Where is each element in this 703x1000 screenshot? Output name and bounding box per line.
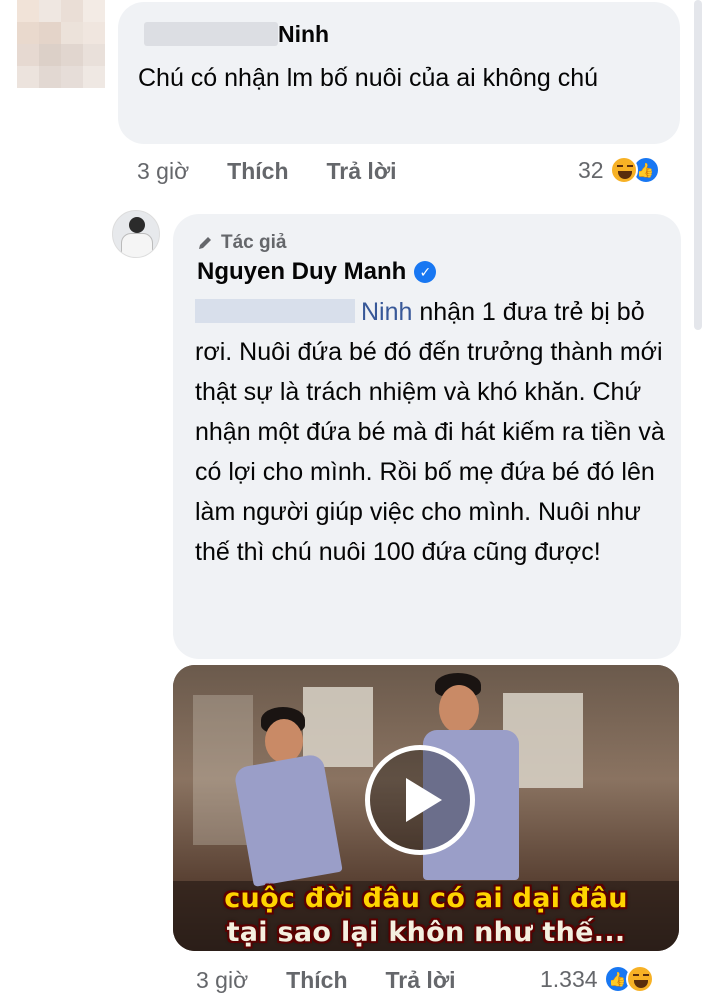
reply-author-name[interactable]: Nguyen Duy Manh — [197, 258, 406, 286]
play-button[interactable] — [365, 745, 475, 855]
reaction-count: 1.334 — [540, 965, 598, 992]
video-attachment[interactable]: cuộc đời đâu có ai dại đâu tại sao lại k… — [173, 665, 679, 951]
reply-body: nhận 1 đưa trẻ bị bỏ rơi. Nuôi đứa bé đó… — [195, 298, 665, 566]
commenter-avatar-blurred[interactable] — [17, 0, 105, 88]
comment-author[interactable]: Ninh — [278, 21, 329, 48]
haha-icon — [609, 156, 638, 184]
play-icon — [406, 778, 442, 822]
comment-text: Chú có nhận lm bố nuôi của ai không chú — [138, 64, 599, 92]
reply-author[interactable]: Nguyen Duy Manh ✓ — [197, 258, 437, 286]
verified-badge-icon: ✓ — [414, 261, 437, 283]
author-avatar[interactable] — [112, 210, 160, 258]
video-subtitle-line1: cuộc đời đâu có ai dại đâu — [224, 883, 628, 914]
scrollbar[interactable] — [694, 0, 702, 330]
reaction-summary[interactable]: 32 👍 — [578, 156, 660, 184]
reply-button[interactable]: Trả lời — [386, 967, 456, 994]
like-button[interactable]: Thích — [227, 158, 288, 185]
reply-actions: 3 giờ Thích Trả lời — [196, 967, 456, 994]
video-subtitle-line2: tại sao lại khôn như thế... — [226, 917, 626, 948]
redacted-name — [144, 22, 278, 46]
haha-icon — [625, 965, 654, 993]
comment-actions: 3 giờ Thích Trả lời — [137, 158, 397, 185]
reaction-summary[interactable]: 1.334 👍 — [540, 965, 654, 993]
reaction-count: 32 — [578, 156, 604, 183]
reply-button[interactable]: Trả lời — [327, 158, 397, 185]
comment-bubble: Ninh Chú có nhận lm bố nuôi của ai không… — [118, 2, 680, 144]
pencil-icon — [199, 237, 211, 249]
comment-timestamp[interactable]: 3 giờ — [137, 158, 189, 185]
reply-bubble: Tác giả Nguyen Duy Manh ✓ Ninh nhận 1 đư… — [173, 214, 681, 659]
mention-link[interactable]: Ninh — [361, 298, 412, 326]
reply-text: Ninh nhận 1 đưa trẻ bị bỏ rơi. Nuôi đứa … — [195, 292, 665, 572]
reply-timestamp[interactable]: 3 giờ — [196, 967, 248, 994]
redacted-mention — [195, 299, 355, 323]
author-badge-label: Tác giả — [221, 232, 287, 253]
like-button[interactable]: Thích — [286, 967, 347, 994]
author-badge: Tác giả — [197, 232, 286, 254]
